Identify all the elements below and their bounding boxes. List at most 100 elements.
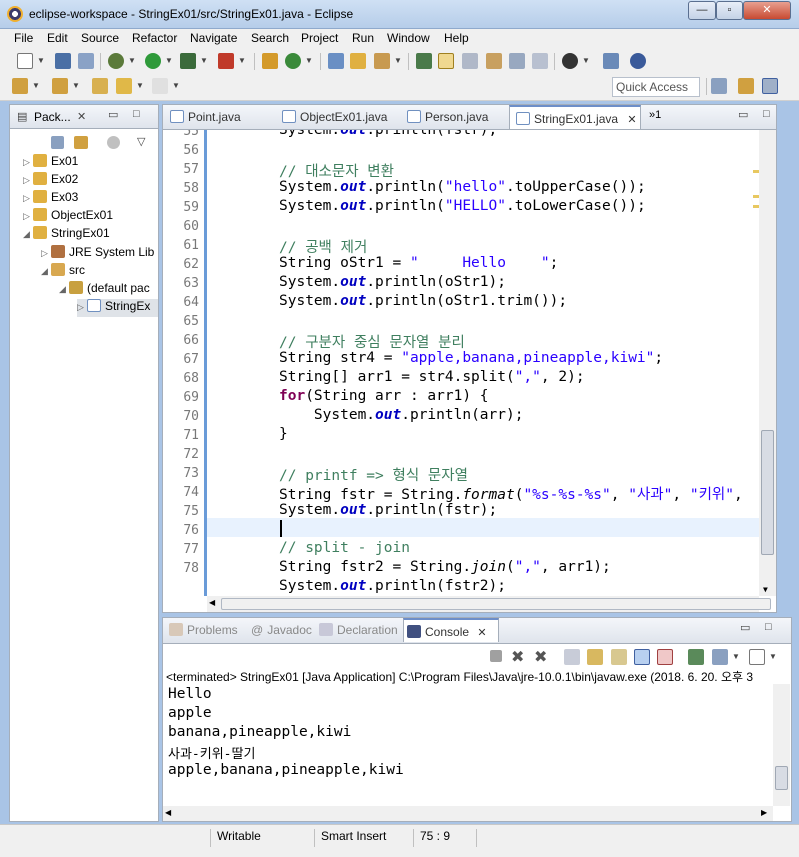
show-on-stdout-icon[interactable] xyxy=(634,649,650,665)
status-insert-mode[interactable]: Smart Insert xyxy=(314,829,410,847)
last-edit-location-icon[interactable] xyxy=(92,78,108,94)
save-icon[interactable] xyxy=(55,53,71,69)
package-explorer-tab[interactable]: Pack... xyxy=(34,110,71,124)
java-perspective-icon[interactable] xyxy=(762,78,778,94)
menu-refactor[interactable]: Refactor xyxy=(132,31,177,45)
menu-edit[interactable]: Edit xyxy=(47,31,68,45)
close-icon[interactable]: ✕ xyxy=(477,627,486,639)
previous-annotation-icon[interactable] xyxy=(52,78,68,94)
minimize-icon[interactable]: ▭ xyxy=(738,108,748,121)
expand-icon[interactable]: ▷ xyxy=(23,157,33,168)
chevron-down-icon[interactable]: ▼ xyxy=(37,56,45,65)
scroll-right-icon[interactable]: ▶ xyxy=(761,808,767,817)
menu-source[interactable]: Source xyxy=(81,31,119,45)
menu-file[interactable]: File xyxy=(14,31,33,45)
chevron-down-icon[interactable]: ▼ xyxy=(136,81,144,90)
scroll-left-icon[interactable]: ◀ xyxy=(209,598,215,607)
tree-item-objectex01[interactable]: ▷ ObjectEx01 xyxy=(23,208,113,226)
console-output[interactable]: Hello apple banana,pineapple,kiwi 사과-키위-… xyxy=(163,684,773,806)
console-vertical-scrollbar[interactable] xyxy=(773,684,790,806)
scroll-lock-icon[interactable] xyxy=(587,649,603,665)
collapse-all-icon[interactable] xyxy=(51,136,64,149)
tab-javadoc[interactable]: @ Javadoc xyxy=(249,618,315,642)
chevron-down-icon[interactable]: ▼ xyxy=(769,652,777,661)
focus-icon[interactable] xyxy=(107,136,120,149)
menu-run[interactable]: Run xyxy=(352,31,374,45)
new-icon[interactable] xyxy=(17,53,33,69)
chevron-down-icon[interactable]: ▼ xyxy=(128,56,136,65)
editor-vertical-scrollbar[interactable]: ▼ xyxy=(759,130,776,596)
tree-item-ex03[interactable]: ▷ Ex03 xyxy=(23,190,78,208)
chevron-down-icon[interactable]: ▼ xyxy=(72,81,80,90)
expand-icon[interactable]: ▷ xyxy=(41,248,51,259)
run-icon[interactable] xyxy=(145,53,161,69)
back-arrow-icon[interactable] xyxy=(116,78,132,94)
forward-arrow-icon[interactable] xyxy=(152,78,168,94)
chevron-down-icon[interactable]: ▼ xyxy=(238,56,246,65)
search-icon[interactable] xyxy=(374,53,390,69)
collapse-icon[interactable]: ◢ xyxy=(23,229,33,240)
chevron-down-icon[interactable]: ▼ xyxy=(394,56,402,65)
tab-problems[interactable]: Problems xyxy=(167,618,249,642)
close-button[interactable]: ✕ xyxy=(743,1,791,20)
minimize-icon[interactable]: ▭ xyxy=(108,108,118,121)
maximize-icon[interactable]: □ xyxy=(133,108,140,120)
quick-access-input[interactable]: Quick Access xyxy=(612,77,700,97)
clear-console-icon[interactable] xyxy=(564,649,580,665)
expand-icon[interactable]: ▷ xyxy=(23,211,33,222)
chevron-down-icon[interactable]: ▼ xyxy=(200,56,208,65)
chevron-down-icon[interactable]: ▼ xyxy=(165,56,173,65)
show-whitespace-icon[interactable] xyxy=(486,53,502,69)
new-java-class-icon[interactable] xyxy=(285,53,301,69)
block-selection-icon[interactable] xyxy=(462,53,478,69)
link-with-editor-icon[interactable] xyxy=(74,136,88,149)
chevron-down-icon[interactable]: ▼ xyxy=(732,652,740,661)
menu-window[interactable]: Window xyxy=(387,31,430,45)
tree-item-stringex01-java[interactable]: ▷ StringEx xyxy=(77,299,158,317)
toggle-breadcrumb-icon[interactable] xyxy=(416,53,432,69)
menu-navigate[interactable]: Navigate xyxy=(190,31,237,45)
tree-item-jre-system-library[interactable]: ▷ JRE System Lib xyxy=(41,245,154,263)
external-tools-icon[interactable] xyxy=(218,53,234,69)
code-editor[interactable]: 55 56 57 58 59 60 61 62 63 64 65 66 67 6… xyxy=(163,130,776,596)
maximize-icon[interactable]: □ xyxy=(765,621,772,633)
tab-overflow-button[interactable]: »1 xyxy=(649,109,661,121)
editor-horizontal-scrollbar[interactable]: ◀ xyxy=(207,596,771,612)
scrollbar-thumb[interactable] xyxy=(221,598,771,610)
menu-help[interactable]: Help xyxy=(444,31,469,45)
view-menu-icon[interactable]: ▽ xyxy=(137,135,145,148)
word-wrap-icon[interactable] xyxy=(509,53,525,69)
minimize-icon[interactable]: ▭ xyxy=(740,621,750,634)
open-perspective-icon[interactable] xyxy=(711,78,727,94)
tree-item-ex02[interactable]: ▷ Ex02 xyxy=(23,172,78,190)
tab-point-java[interactable]: Point.java xyxy=(166,105,278,129)
next-annotation-icon[interactable] xyxy=(12,78,28,94)
scrollbar-thumb[interactable] xyxy=(761,430,774,555)
close-icon[interactable]: ✕ xyxy=(627,114,636,126)
tab-person-java[interactable]: Person.java xyxy=(403,105,507,129)
debug-icon[interactable] xyxy=(108,53,124,69)
console-horizontal-scrollbar[interactable]: ◀ ▶ xyxy=(163,806,773,821)
tab-declaration[interactable]: Declaration xyxy=(317,618,403,642)
tab-objectex01-java[interactable]: ObjectEx01.java xyxy=(278,105,395,129)
pin-icon[interactable] xyxy=(630,53,646,69)
collapse-icon[interactable]: ◢ xyxy=(59,284,69,295)
show-on-stderr-icon[interactable] xyxy=(657,649,673,665)
remove-all-launches-icon[interactable]: ✖ xyxy=(534,647,547,667)
mark-occurrences-icon[interactable] xyxy=(438,53,454,69)
terminate-icon[interactable] xyxy=(490,650,502,662)
remove-launch-icon[interactable]: ✖ xyxy=(511,647,524,667)
tree-item-default-package[interactable]: ◢ (default pac xyxy=(59,281,150,299)
coverage-icon[interactable] xyxy=(180,53,196,69)
menu-search[interactable]: Search xyxy=(251,31,289,45)
word-wrap-icon[interactable] xyxy=(611,649,627,665)
tab-stringex01-java[interactable]: StringEx01.java ✕ xyxy=(509,105,641,129)
scrollbar-thumb[interactable] xyxy=(775,766,788,790)
maximize-icon[interactable]: □ xyxy=(763,108,770,120)
chevron-down-icon[interactable]: ▼ xyxy=(172,81,180,90)
scroll-left-icon[interactable]: ◀ xyxy=(165,808,171,817)
user-icon[interactable] xyxy=(562,53,578,69)
collapse-icon[interactable]: ◢ xyxy=(41,266,51,277)
console-view-icon[interactable] xyxy=(603,53,619,69)
expand-icon[interactable]: ▷ xyxy=(23,193,33,204)
